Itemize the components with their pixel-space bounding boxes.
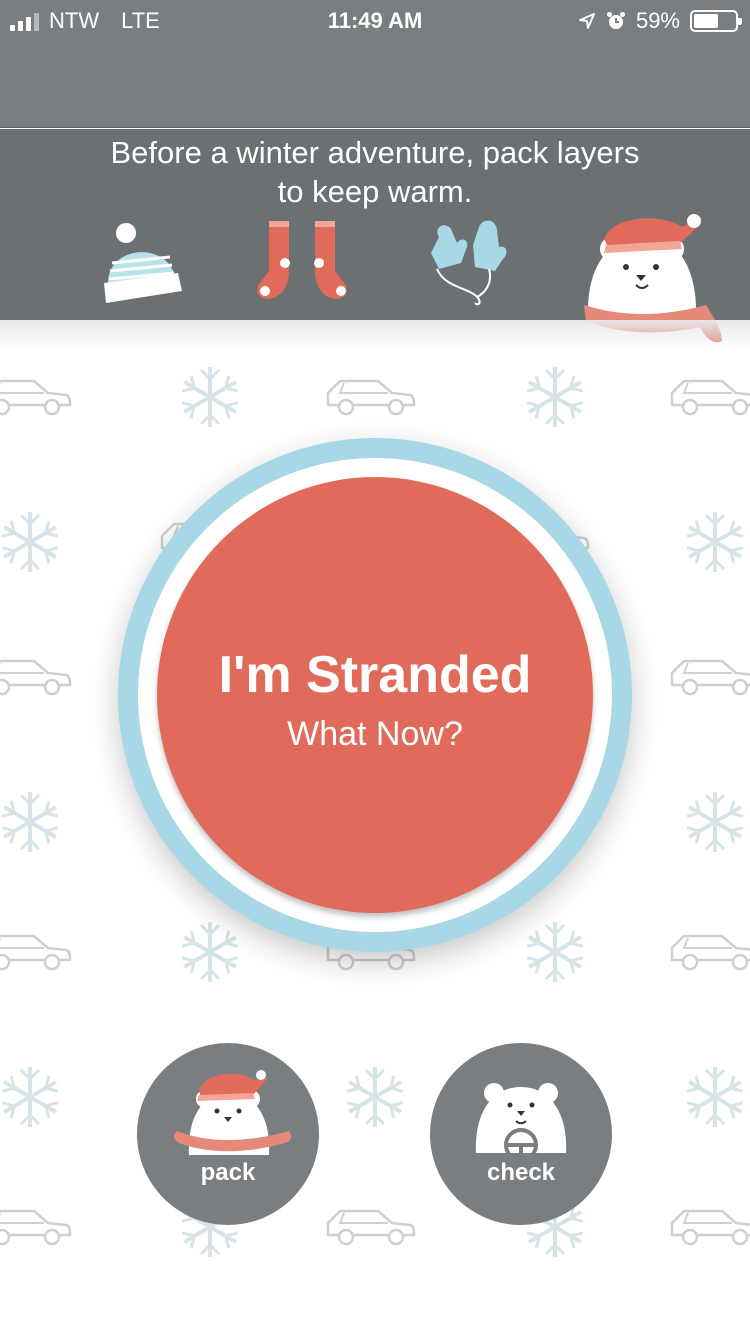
car-icon bbox=[326, 1209, 416, 1246]
hat-icon bbox=[104, 223, 182, 303]
snowflake-icon bbox=[1, 1067, 59, 1127]
snowflake-icon bbox=[686, 512, 744, 572]
battery-icon bbox=[690, 10, 742, 32]
navigation-bar bbox=[0, 40, 750, 128]
stranded-button[interactable]: I'm Stranded What Now? bbox=[157, 477, 593, 913]
tip-line-1: Before a winter adventure, pack layers bbox=[110, 135, 640, 170]
status-bar: NTW LTE 11:49 AM 59% bbox=[0, 0, 750, 40]
car-icon bbox=[0, 379, 72, 416]
snowflake-icon bbox=[346, 1067, 404, 1127]
snowflake-icon bbox=[1, 792, 59, 852]
battery-percent: 59% bbox=[635, 8, 680, 33]
polar-bear-steering-wheel-icon bbox=[475, 1083, 567, 1162]
car-icon bbox=[0, 1209, 72, 1246]
snowflake-icon bbox=[181, 922, 239, 982]
alarm-icon bbox=[606, 12, 625, 29]
check-label: check bbox=[486, 1159, 556, 1186]
stranded-title: I'm Stranded bbox=[218, 646, 532, 704]
check-button[interactable]: check bbox=[430, 1043, 612, 1225]
tip-banner: Before a winter adventure, pack layers t… bbox=[0, 129, 750, 343]
status-right: 59% bbox=[578, 8, 742, 34]
snowflake-icon bbox=[181, 367, 239, 427]
polar-bear-scarf-icon bbox=[174, 1070, 292, 1155]
snowflake-icon bbox=[526, 367, 584, 427]
car-icon bbox=[326, 379, 416, 416]
car-icon bbox=[670, 934, 750, 971]
car-icon bbox=[670, 379, 750, 416]
snowflake-icon bbox=[526, 922, 584, 982]
socks-icon bbox=[257, 221, 347, 299]
snowflake-icon bbox=[686, 792, 744, 852]
stranded-subtitle: What Now? bbox=[287, 715, 463, 753]
banner-shadow bbox=[0, 320, 750, 350]
location-arrow-icon bbox=[578, 13, 595, 29]
tip-text: Before a winter adventure, pack layers t… bbox=[0, 133, 750, 211]
mittens-icon bbox=[431, 220, 507, 306]
snowflake-icon bbox=[686, 1067, 744, 1127]
pack-button[interactable]: pack bbox=[137, 1043, 319, 1225]
pack-label: pack bbox=[200, 1159, 256, 1186]
car-icon bbox=[670, 659, 750, 696]
car-icon bbox=[670, 1209, 750, 1246]
car-icon bbox=[0, 659, 72, 696]
car-icon bbox=[0, 934, 72, 971]
tip-line-2: to keep warm. bbox=[277, 174, 473, 209]
snowflake-icon bbox=[1, 512, 59, 572]
